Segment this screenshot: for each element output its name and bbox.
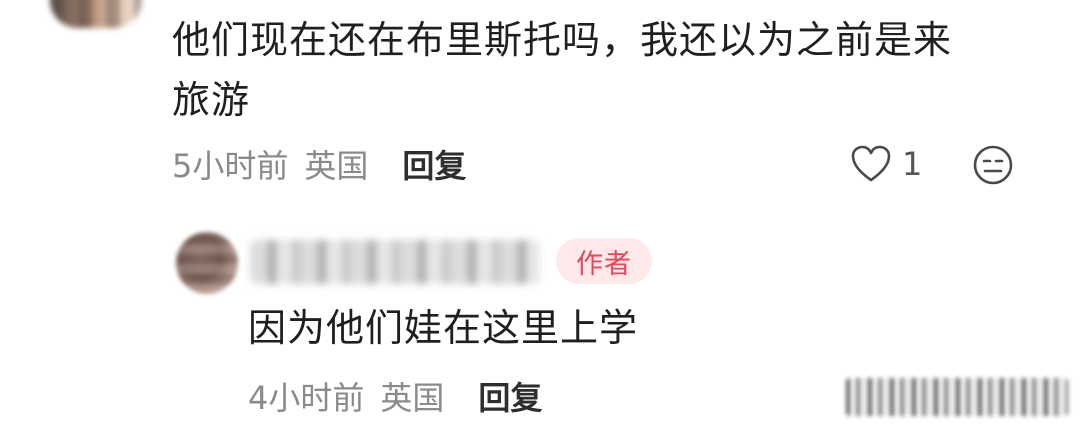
- heart-outline-icon: [851, 145, 891, 182]
- reply-region: 英国: [380, 379, 445, 417]
- reply-actions-blurred[interactable]: [846, 378, 1068, 416]
- comment-timestamp: 5小时前: [172, 147, 289, 185]
- author-avatar-blurred[interactable]: [176, 232, 238, 294]
- like-count: 1: [902, 145, 923, 183]
- reply-button[interactable]: 回复: [402, 141, 466, 187]
- like-button[interactable]: 1: [850, 142, 922, 186]
- comment-region: 英国: [304, 147, 369, 185]
- author-name-blurred[interactable]: [250, 240, 540, 284]
- comment-body: 他们现在还在布里斯托吗，我还以为之前是来 旅游: [172, 10, 1032, 130]
- comment-body-line-2: 旅游: [172, 78, 251, 122]
- comment-body-line-1: 他们现在还在布里斯托吗，我还以为之前是来: [172, 18, 953, 62]
- reply-meta-row: 4小时前 英国 回复: [248, 374, 542, 418]
- reply-body: 因为他们娃在这里上学: [248, 306, 639, 350]
- commenter-avatar-blurred[interactable]: [50, 0, 142, 28]
- comment-meta-row: 5小时前 英国 回复: [172, 142, 466, 186]
- reply-button[interactable]: 回复: [478, 373, 542, 419]
- neutral-face-icon[interactable]: [972, 144, 1014, 186]
- author-badge: 作者: [556, 238, 652, 284]
- reply-timestamp: 4小时前: [248, 379, 365, 417]
